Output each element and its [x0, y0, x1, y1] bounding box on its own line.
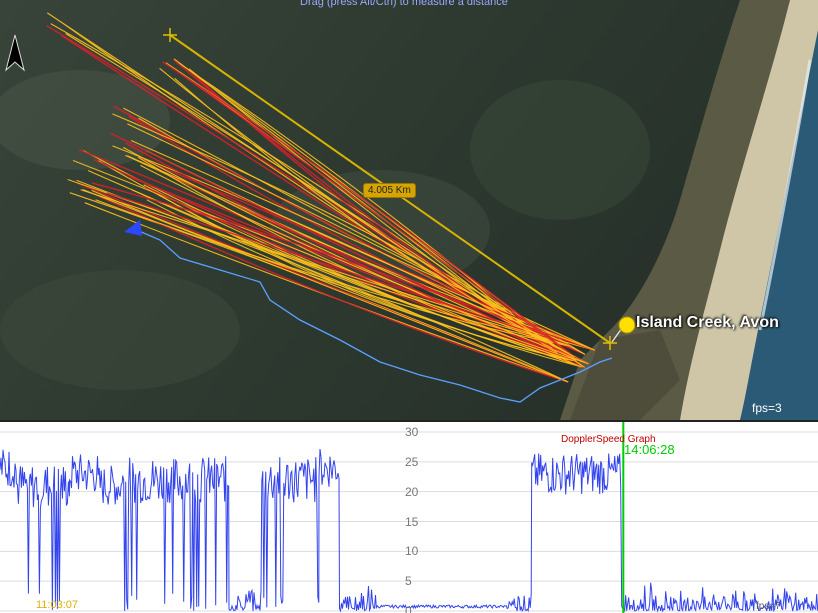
shoal: [0, 270, 240, 390]
graph-fps-label: fps=7: [756, 601, 781, 612]
y-tick-label: 0: [405, 604, 412, 613]
doppler-speed-graph[interactable]: DopplerSpeed Graph 14:06:28 11:03:07 fps…: [0, 420, 818, 613]
measure-hint: Drag (press Alt/Ctrl) to measure a dista…: [300, 0, 508, 8]
y-tick-label: 30: [405, 425, 419, 439]
distance-label: 4.005 Km: [363, 183, 416, 198]
y-tick-label: 15: [405, 514, 419, 529]
y-tick-label: 5: [405, 574, 412, 589]
start-time: 11:03:07: [36, 599, 79, 611]
y-tick-label: 10: [405, 544, 419, 559]
shoal: [470, 80, 650, 220]
satellite-map[interactable]: [0, 0, 818, 420]
place-label: Island Creek, Avon: [636, 314, 779, 331]
map-fps-label: fps=3: [752, 401, 782, 415]
cursor-time: 14:06:28: [624, 442, 675, 457]
map-view[interactable]: Drag (press Alt/Ctrl) to measure a dista…: [0, 0, 818, 420]
y-tick-label: 25: [405, 454, 419, 469]
y-tick-label: 20: [405, 484, 419, 499]
